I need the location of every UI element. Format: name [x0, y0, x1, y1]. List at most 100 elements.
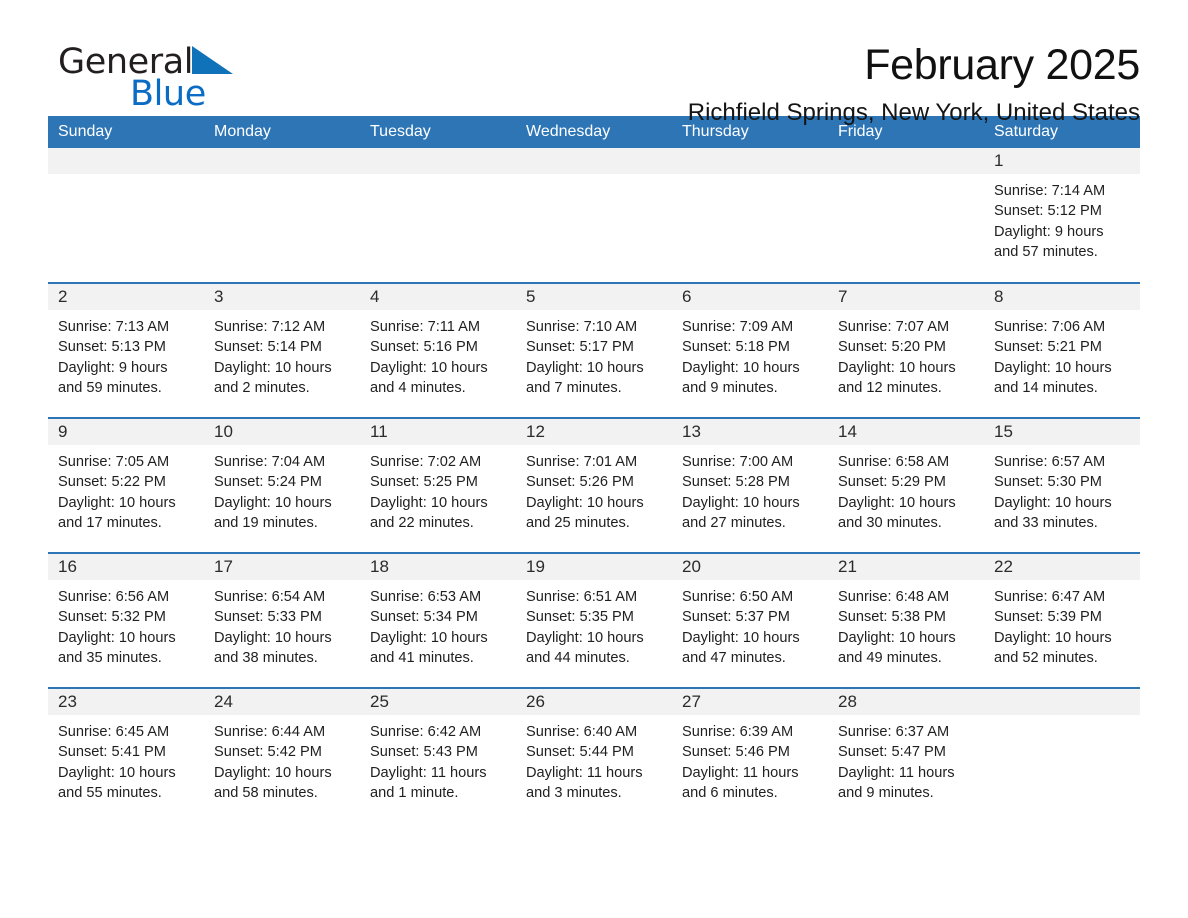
day-details: Sunrise: 6:45 AM Sunset: 5:41 PM Daylight:… [48, 715, 204, 804]
calendar-day-cell[interactable]: 14 Sunrise: 6:58 AM Sunset: 5:29 PM Dayligh… [828, 417, 984, 553]
page-subtitle-location: Richfield Springs, New York, United Stat… [687, 99, 1140, 126]
daylight-text-line2: and 52 minutes. [994, 650, 1098, 667]
calendar-day-cell[interactable]: 3 Sunrise: 7:12 AM Sunset: 5:14 PM Daylight… [204, 282, 360, 418]
calendar-day-cell[interactable]: 7 Sunrise: 7:07 AM Sunset: 5:20 PM Daylight… [828, 282, 984, 418]
sunrise-text: Sunrise: 7:02 AM [370, 454, 482, 470]
general-blue-logo: General Blue [58, 42, 358, 116]
day-number: 18 [360, 554, 516, 580]
daylight-text-line2: and 19 minutes. [214, 515, 318, 532]
day-details: Sunrise: 6:54 AM Sunset: 5:33 PM Daylight:… [204, 580, 360, 669]
calendar-day-cell[interactable]: 18 Sunrise: 6:53 AM Sunset: 5:34 PM Dayligh… [360, 552, 516, 688]
sunset-text: Sunset: 5:42 PM [214, 744, 322, 761]
calendar-day-cell[interactable]: 26 Sunrise: 6:40 AM Sunset: 5:44 PM Dayligh… [516, 687, 672, 823]
day-number: 4 [360, 284, 516, 310]
calendar-day-cell-empty [360, 148, 516, 283]
sunset-text: Sunset: 5:30 PM [994, 474, 1102, 491]
logo-text-general: General [58, 42, 194, 82]
daylight-text-line1: Daylight: 10 hours [838, 359, 956, 376]
sunrise-text: Sunrise: 7:10 AM [526, 319, 638, 335]
calendar-day-cell[interactable]: 5 Sunrise: 7:10 AM Sunset: 5:17 PM Daylight… [516, 282, 672, 418]
day-details: Sunrise: 7:11 AM Sunset: 5:16 PM Daylight:… [360, 310, 516, 399]
sunrise-text: Sunrise: 6:42 AM [370, 724, 482, 740]
daylight-text-line2: and 7 minutes. [526, 380, 622, 397]
sunset-text: Sunset: 5:38 PM [838, 609, 946, 626]
daylight-text-line1: Daylight: 10 hours [838, 494, 956, 511]
day-number: 7 [828, 284, 984, 310]
calendar-day-cell[interactable]: 19 Sunrise: 6:51 AM Sunset: 5:35 PM Dayligh… [516, 552, 672, 688]
sunset-text: Sunset: 5:20 PM [838, 339, 946, 356]
daylight-text-line1: Daylight: 10 hours [370, 494, 488, 511]
daylight-text-line2: and 2 minutes. [214, 380, 310, 397]
calendar-day-cell[interactable]: 11 Sunrise: 7:02 AM Sunset: 5:25 PM Dayligh… [360, 417, 516, 553]
calendar-day-cell[interactable]: 10 Sunrise: 7:04 AM Sunset: 5:24 PM Dayligh… [204, 417, 360, 553]
calendar-day-cell[interactable]: 24 Sunrise: 6:44 AM Sunset: 5:42 PM Dayligh… [204, 687, 360, 823]
calendar-day-cell[interactable]: 6 Sunrise: 7:09 AM Sunset: 5:18 PM Daylight… [672, 282, 828, 418]
day-number: 8 [984, 284, 1140, 310]
daylight-text-line2: and 25 minutes. [526, 515, 630, 532]
day-details: Sunrise: 6:57 AM Sunset: 5:30 PM Daylight:… [984, 445, 1140, 534]
day-number [516, 148, 672, 174]
day-number: 20 [672, 554, 828, 580]
day-number: 1 [984, 148, 1140, 174]
sunset-text: Sunset: 5:13 PM [58, 339, 166, 356]
calendar-day-cell[interactable]: 25 Sunrise: 6:42 AM Sunset: 5:43 PM Dayligh… [360, 687, 516, 823]
sunset-text: Sunset: 5:35 PM [526, 609, 634, 626]
day-details: Sunrise: 7:00 AM Sunset: 5:28 PM Daylight:… [672, 445, 828, 534]
triangle-logo-icon [190, 44, 234, 92]
day-details: Sunrise: 6:37 AM Sunset: 5:47 PM Daylight:… [828, 715, 984, 804]
calendar-day-cell[interactable]: 8 Sunrise: 7:06 AM Sunset: 5:21 PM Daylight… [984, 282, 1140, 418]
calendar-day-cell[interactable]: 13 Sunrise: 7:00 AM Sunset: 5:28 PM Dayligh… [672, 417, 828, 553]
calendar-day-cell[interactable]: 17 Sunrise: 6:54 AM Sunset: 5:33 PM Dayligh… [204, 552, 360, 688]
day-number [360, 148, 516, 174]
sunset-text: Sunset: 5:18 PM [682, 339, 790, 356]
sunrise-text: Sunrise: 6:39 AM [682, 724, 794, 740]
day-number: 17 [204, 554, 360, 580]
calendar-week-row: 16 Sunrise: 6:56 AM Sunset: 5:32 PM Dayligh… [48, 552, 1140, 688]
calendar-day-cell[interactable]: 2 Sunrise: 7:13 AM Sunset: 5:13 PM Daylight… [48, 282, 204, 418]
sunrise-text: Sunrise: 7:11 AM [370, 319, 481, 335]
day-number: 15 [984, 419, 1140, 445]
day-details: Sunrise: 6:47 AM Sunset: 5:39 PM Daylight:… [984, 580, 1140, 669]
day-number [204, 148, 360, 174]
sunset-text: Sunset: 5:32 PM [58, 609, 166, 626]
daylight-text-line1: Daylight: 10 hours [994, 629, 1112, 646]
calendar-day-cell[interactable]: 1 Sunrise: 7:14 AM Sunset: 5:12 PM Daylight… [984, 148, 1140, 283]
daylight-text-line1: Daylight: 9 hours [994, 223, 1104, 240]
page-header: General Blue February 2025 Richfield Spr… [48, 0, 1140, 126]
daylight-text-line2: and 47 minutes. [682, 650, 786, 667]
day-details: Sunrise: 6:40 AM Sunset: 5:44 PM Daylight:… [516, 715, 672, 804]
daylight-text-line1: Daylight: 10 hours [58, 629, 176, 646]
daylight-text-line1: Daylight: 11 hours [682, 764, 799, 781]
day-number: 24 [204, 689, 360, 715]
sunset-text: Sunset: 5:37 PM [682, 609, 790, 626]
daylight-text-line1: Daylight: 10 hours [58, 764, 176, 781]
calendar-day-cell[interactable]: 20 Sunrise: 6:50 AM Sunset: 5:37 PM Dayligh… [672, 552, 828, 688]
sunset-text: Sunset: 5:33 PM [214, 609, 322, 626]
day-number: 14 [828, 419, 984, 445]
sunset-text: Sunset: 5:25 PM [370, 474, 478, 491]
calendar-day-cell[interactable]: 15 Sunrise: 6:57 AM Sunset: 5:30 PM Dayligh… [984, 417, 1140, 553]
calendar-day-cell[interactable]: 9 Sunrise: 7:05 AM Sunset: 5:22 PM Daylight… [48, 417, 204, 553]
calendar-day-cell[interactable]: 28 Sunrise: 6:37 AM Sunset: 5:47 PM Dayligh… [828, 687, 984, 823]
calendar-day-cell[interactable]: 4 Sunrise: 7:11 AM Sunset: 5:16 PM Daylight… [360, 282, 516, 418]
day-details: Sunrise: 7:09 AM Sunset: 5:18 PM Daylight:… [672, 310, 828, 399]
daylight-text-line1: Daylight: 9 hours [58, 359, 168, 376]
sunrise-text: Sunrise: 6:53 AM [370, 589, 482, 605]
calendar-day-cell-empty [48, 148, 204, 283]
daylight-text-line2: and 4 minutes. [370, 380, 466, 397]
calendar-day-cell[interactable]: 12 Sunrise: 7:01 AM Sunset: 5:26 PM Dayligh… [516, 417, 672, 553]
daylight-text-line1: Daylight: 11 hours [370, 764, 487, 781]
daylight-text-line2: and 9 minutes. [838, 785, 934, 802]
sunrise-text: Sunrise: 7:14 AM [994, 183, 1106, 199]
sunset-text: Sunset: 5:22 PM [58, 474, 166, 491]
calendar-day-cell[interactable]: 27 Sunrise: 6:39 AM Sunset: 5:46 PM Dayligh… [672, 687, 828, 823]
weekday-header-sunday: Sunday [48, 116, 204, 148]
day-number: 5 [516, 284, 672, 310]
daylight-text-line1: Daylight: 10 hours [526, 629, 644, 646]
daylight-text-line2: and 41 minutes. [370, 650, 474, 667]
day-number: 26 [516, 689, 672, 715]
calendar-day-cell[interactable]: 23 Sunrise: 6:45 AM Sunset: 5:41 PM Dayligh… [48, 687, 204, 823]
calendar-day-cell[interactable]: 22 Sunrise: 6:47 AM Sunset: 5:39 PM Dayligh… [984, 552, 1140, 688]
calendar-day-cell[interactable]: 21 Sunrise: 6:48 AM Sunset: 5:38 PM Dayligh… [828, 552, 984, 688]
calendar-day-cell[interactable]: 16 Sunrise: 6:56 AM Sunset: 5:32 PM Dayligh… [48, 552, 204, 688]
